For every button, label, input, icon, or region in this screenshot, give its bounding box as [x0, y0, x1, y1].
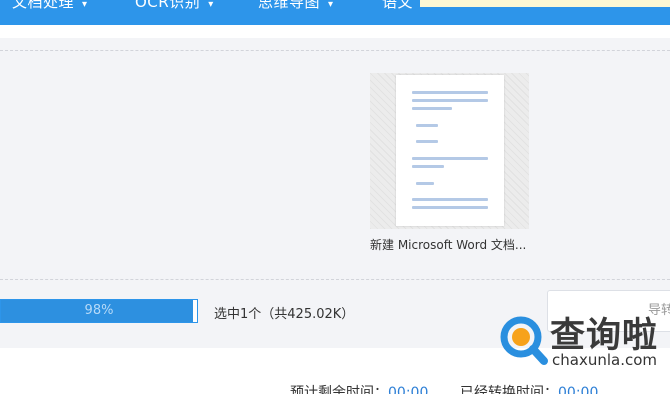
- bottom-dashed-divider: [0, 279, 670, 280]
- file-name: 新建 Microsoft Word 文档...: [370, 238, 527, 252]
- nav-menu-document[interactable]: 文档处理 ▾: [12, 0, 88, 12]
- nav-menu-chinese-label: 语文: [382, 0, 414, 11]
- watermark-subtitle: chaxunla.com: [552, 351, 657, 369]
- word-document-preview-icon: [396, 75, 504, 226]
- remaining-time-value: 00:00: [388, 385, 429, 394]
- top-nav-bar: 文档处理 ▾ OCR识别 ▾ 思维导图 ▾ 语文: [0, 0, 670, 25]
- nav-menu-mindmap[interactable]: 思维导图 ▾: [258, 0, 334, 12]
- selection-info: 选中1个（共425.02K）: [214, 307, 355, 322]
- conversion-progress-bar: 98%: [0, 299, 198, 323]
- chevron-down-icon: ▾: [82, 0, 88, 10]
- elapsed-time-label: 已经转换时间：: [460, 385, 558, 394]
- elapsed-time: 已经转换时间：00:00: [460, 382, 598, 394]
- elapsed-time-value: 00:00: [558, 385, 599, 394]
- nav-menu-ocr-label: OCR识别: [135, 0, 201, 11]
- top-dashed-divider: [0, 50, 670, 51]
- search-magnifier-logo-icon: [500, 316, 548, 365]
- nav-menu-mindmap-label: 思维导图: [258, 0, 321, 11]
- nav-menu-document-label: 文档处理: [12, 0, 75, 11]
- remaining-time: 预计剩余时间：00:00: [290, 382, 428, 394]
- chevron-down-icon: ▾: [328, 0, 334, 10]
- nav-highlight-strip: [420, 0, 670, 7]
- file-thumbnail[interactable]: [370, 73, 529, 229]
- remaining-time-label: 预计剩余时间：: [290, 385, 388, 394]
- nav-menu-ocr[interactable]: OCR识别 ▾: [135, 0, 214, 12]
- nav-menu-chinese[interactable]: 语文: [382, 0, 413, 12]
- chevron-down-icon: ▾: [208, 0, 214, 10]
- progress-percent-label: 98%: [84, 303, 114, 318]
